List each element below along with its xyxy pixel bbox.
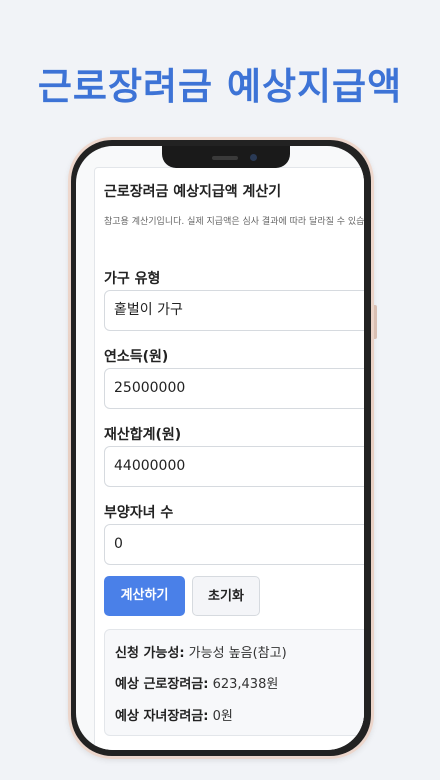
dependent-children-input[interactable]: 0 bbox=[104, 524, 364, 565]
household-type-select[interactable]: 홑벌이 가구 bbox=[104, 290, 364, 331]
child-credit-label: 예상 자녀장려금: bbox=[115, 709, 209, 724]
calculator-title: 근로장려금 예상지급액 계산기 bbox=[104, 184, 282, 200]
speaker-grille bbox=[212, 156, 238, 160]
calculate-button[interactable]: 계산하기 bbox=[104, 576, 185, 616]
child-credit-row: 예상 자녀장려금: 0원 bbox=[115, 705, 233, 724]
annual-income-label: 연소득(원) bbox=[104, 349, 169, 365]
eligibility-row: 신청 가능성: 가능성 높음(참고) bbox=[115, 642, 287, 661]
dependent-children-label: 부양자녀 수 bbox=[104, 505, 174, 521]
reset-button[interactable]: 초기화 bbox=[192, 576, 260, 616]
child-credit-value: 0원 bbox=[212, 709, 233, 724]
annual-income-input[interactable]: 25000000 bbox=[104, 368, 364, 409]
phone-side-button bbox=[374, 305, 377, 339]
total-assets-label: 재산합계(원) bbox=[104, 427, 182, 443]
result-panel: 신청 가능성: 가능성 높음(참고) 예상 근로장려금: 623,438원 예상… bbox=[104, 629, 364, 736]
household-type-label: 가구 유형 bbox=[104, 271, 161, 287]
eligibility-value: 가능성 높음(참고) bbox=[188, 646, 287, 661]
phone-notch bbox=[162, 146, 290, 168]
phone-screen: 근로장려금 예상지급액 계산기 참고용 계산기입니다. 실제 지급액은 심사 결… bbox=[76, 146, 364, 750]
calculator-description: 참고용 계산기입니다. 실제 지급액은 심사 결과에 따라 달라질 수 있습니다… bbox=[104, 217, 364, 227]
phone-bezel: 근로장려금 예상지급액 계산기 참고용 계산기입니다. 실제 지급액은 심사 결… bbox=[71, 140, 371, 756]
calculator-card: 근로장려금 예상지급액 계산기 참고용 계산기입니다. 실제 지급액은 심사 결… bbox=[94, 167, 364, 750]
eligibility-label: 신청 가능성: bbox=[115, 646, 185, 661]
page-headline: 근로장려금 예상지급액 bbox=[37, 65, 403, 108]
total-assets-input[interactable]: 44000000 bbox=[104, 446, 364, 487]
phone-frame: 근로장려금 예상지급액 계산기 참고용 계산기입니다. 실제 지급액은 심사 결… bbox=[68, 137, 377, 759]
earned-credit-value: 623,438원 bbox=[212, 677, 279, 692]
front-camera-icon bbox=[250, 154, 257, 161]
earned-credit-row: 예상 근로장려금: 623,438원 bbox=[115, 673, 278, 692]
earned-credit-label: 예상 근로장려금: bbox=[115, 677, 209, 692]
